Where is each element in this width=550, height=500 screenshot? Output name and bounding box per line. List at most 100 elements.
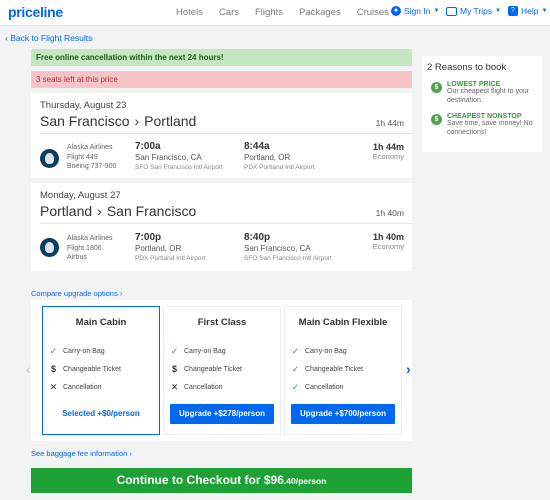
route-origin: Portland xyxy=(40,203,93,219)
airline-info: Alaska Airlines Flight 449 Boeing 737-90… xyxy=(67,143,116,172)
my-trips-label: My Trips xyxy=(460,6,493,16)
route-destination: Portland xyxy=(144,113,197,129)
dollar-icon: $ xyxy=(171,364,177,374)
top-header: priceline Hotels Cars Flights Packages C… xyxy=(0,0,550,26)
chevron-down-icon: ▼ xyxy=(541,8,548,14)
arrival: 8:40p San Francisco, CA SFO San Francisc… xyxy=(244,232,332,264)
main-nav: Hotels Cars Flights Packages Cruises xyxy=(176,7,389,18)
feature-carry-on: ✓ Carry-on Bag xyxy=(49,346,105,356)
selected-fare-label[interactable]: Selected +$0/person xyxy=(49,404,153,424)
flight-route: Portland › San Francisco xyxy=(40,203,196,219)
x-icon: ✕ xyxy=(170,382,179,392)
departure: 7:00a San Francisco, CA SFO San Francisc… xyxy=(135,141,223,173)
chevron-down-icon: ▼ xyxy=(495,8,502,14)
help-label: Help xyxy=(521,6,539,16)
route-arrow-icon: › xyxy=(134,113,140,129)
nav-flights[interactable]: Flights xyxy=(255,7,283,18)
reason-lowest-price: $ LOWEST PRICE Our cheapest flight to yo… xyxy=(427,81,537,105)
aircraft-type: Airbus xyxy=(67,254,87,261)
sign-in-label: Sign In xyxy=(404,6,431,16)
priceline-logo[interactable]: priceline xyxy=(8,4,63,20)
nav-hotels[interactable]: Hotels xyxy=(176,7,203,18)
segment-duration: 1h 44m Economy xyxy=(373,142,404,161)
arrival-time: 8:40p xyxy=(244,232,271,243)
check-icon: ✓ xyxy=(49,346,58,356)
help-menu[interactable]: ? Help ▼ xyxy=(508,6,547,16)
checkout-cents: .40/person xyxy=(283,476,327,486)
segment-duration: 1h 40m Economy xyxy=(373,232,404,251)
check-icon: ✓ xyxy=(291,382,300,392)
nav-cruises[interactable]: Cruises xyxy=(357,7,389,18)
airline-name: Alaska Airlines xyxy=(67,235,113,242)
carousel-prev-icon[interactable]: ‹ xyxy=(26,361,31,377)
check-icon: ✓ xyxy=(170,346,179,356)
feature-cancellation: ✓ Cancellation xyxy=(291,382,344,392)
feature-cancellation: ✕ Cancellation xyxy=(49,382,102,392)
baggage-fee-link[interactable]: See baggage fee information › xyxy=(31,449,132,458)
flight-duration: 1h 40m xyxy=(375,208,404,218)
return-flight-card: Monday, August 27 Portland › San Francis… xyxy=(31,183,412,271)
fare-name: Main Cabin Flexible xyxy=(298,317,388,328)
help-icon: ? xyxy=(508,6,518,16)
flight-date: Thursday, August 23 xyxy=(40,100,127,111)
back-to-results-link[interactable]: ‹ Back to Flight Results xyxy=(5,33,92,43)
flight-number: Flight 449 xyxy=(67,153,98,161)
fare-card-first-class[interactable]: First Class ✓ Carry-on Bag $ Changeable Ti… xyxy=(163,306,281,435)
feature-changeable: ✓ Changeable Ticket xyxy=(291,364,363,374)
upgrade-flexible-button[interactable]: Upgrade +$700/person xyxy=(291,404,395,424)
feature-changeable: $ Changeable Ticket xyxy=(50,364,121,374)
reasons-title: 2 Reasons to book xyxy=(427,62,507,73)
fare-card-main-cabin[interactable]: Main Cabin ✓ Carry-on Bag $ Changeable Tic… xyxy=(42,306,160,435)
departure-airport: PDX Portland Intl Airport xyxy=(135,255,206,262)
divider xyxy=(40,223,412,224)
seats-left-banner: 3 seats left at this price xyxy=(31,71,412,88)
feature-cancellation: ✕ Cancellation xyxy=(170,382,223,392)
aircraft-type: Boeing 737-900 xyxy=(67,163,117,170)
reason-heading: CHEAPEST NONSTOP xyxy=(447,113,522,120)
arrival-city: Portland, OR xyxy=(244,153,291,162)
route-destination: San Francisco xyxy=(106,203,197,219)
upgrade-first-class-button[interactable]: Upgrade +$278/person xyxy=(170,404,274,424)
dollar-icon: $ xyxy=(50,364,56,374)
arrival-time: 8:44a xyxy=(244,141,270,152)
flight-date: Monday, August 27 xyxy=(40,190,121,201)
departure-city: Portland, OR xyxy=(135,244,182,253)
check-icon: ✓ xyxy=(291,364,300,374)
feature-carry-on: ✓ Carry-on Bag xyxy=(170,346,226,356)
outbound-flight-card: Thursday, August 23 San Francisco › Port… xyxy=(31,93,412,178)
arrival-city: San Francisco, CA xyxy=(244,244,311,253)
flight-route: San Francisco › Portland xyxy=(40,113,196,129)
reason-body: Our cheapest flight to your destination. xyxy=(447,88,530,104)
flight-number: Flight 1806 xyxy=(67,244,102,252)
route-origin: San Francisco xyxy=(40,113,130,129)
free-cancellation-banner: Free online cancellation within the next… xyxy=(31,49,412,66)
cabin-class: Economy xyxy=(372,242,404,251)
carousel-next-icon[interactable]: › xyxy=(406,361,411,377)
dollar-badge-icon: $ xyxy=(431,114,442,125)
chevron-down-icon: ▼ xyxy=(433,8,440,14)
departure-time: 7:00p xyxy=(135,232,162,243)
fare-card-main-cabin-flexible[interactable]: Main Cabin Flexible ✓ Carry-on Bag ✓ Chang… xyxy=(284,306,402,435)
nav-packages[interactable]: Packages xyxy=(299,7,341,18)
airline-info: Alaska Airlines Flight 1806 Airbus xyxy=(67,234,113,263)
user-icon: ● xyxy=(391,6,401,16)
continue-to-checkout-button[interactable]: Continue to Checkout for $96.40/person xyxy=(31,468,412,493)
my-trips-menu[interactable]: My Trips ▼ xyxy=(446,6,501,16)
dollar-badge-icon: $ xyxy=(431,82,442,93)
segment-duration-value: 1h 40m xyxy=(372,232,404,242)
segment-duration-value: 1h 44m xyxy=(372,142,404,152)
reasons-to-book-panel: 2 Reasons to book $ LOWEST PRICE Our che… xyxy=(422,56,542,152)
nav-cars[interactable]: Cars xyxy=(219,7,239,18)
departure-time: 7:00a xyxy=(135,141,161,152)
divider xyxy=(40,133,412,134)
check-icon: ✓ xyxy=(291,346,300,356)
arrival-airport: PDX Portland Intl Airport xyxy=(244,164,315,171)
flight-duration: 1h 44m xyxy=(375,118,404,128)
compare-upgrade-options-link[interactable]: Compare upgrade options › xyxy=(31,289,122,298)
sign-in-menu[interactable]: ● Sign In ▼ xyxy=(391,6,439,16)
reason-heading: LOWEST PRICE xyxy=(447,81,501,88)
x-icon: ✕ xyxy=(49,382,58,392)
departure-airport: SFO San Francisco Intl Airport xyxy=(135,164,223,171)
cabin-class: Economy xyxy=(372,152,404,161)
fare-name: Main Cabin xyxy=(75,317,127,328)
